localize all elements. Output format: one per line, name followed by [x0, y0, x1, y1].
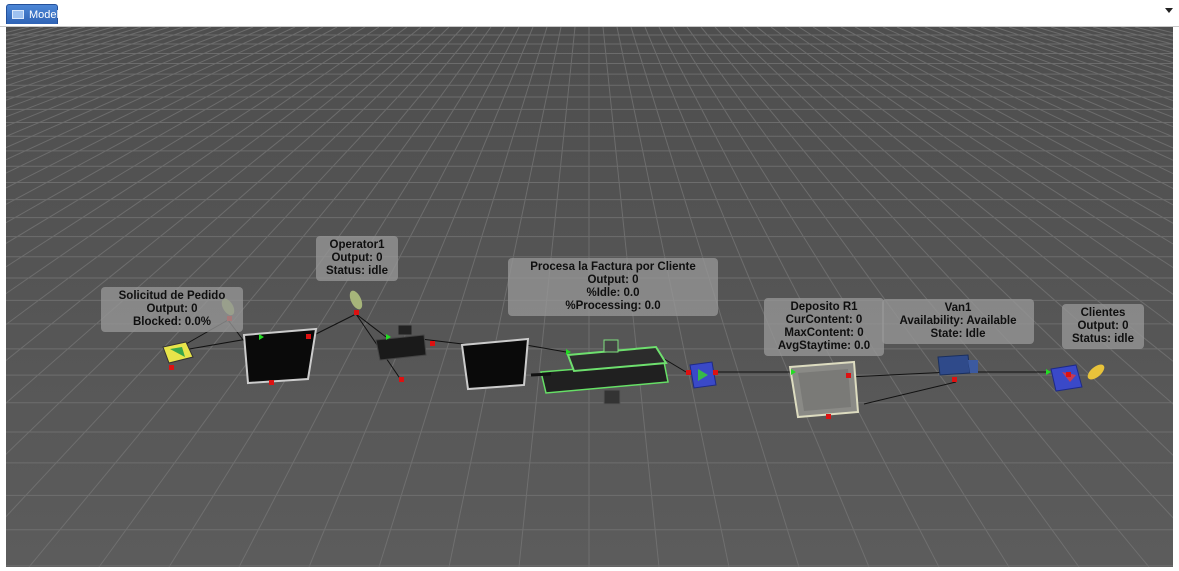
van-label: Van1 Availability: Available State: Idle — [882, 299, 1034, 344]
decision-object[interactable] — [689, 361, 717, 389]
source-name: Solicitud de Pedido — [118, 290, 226, 302]
model-3d-viewport[interactable]: Solicitud de Pedido Output: 0 Blocked: 0… — [6, 27, 1173, 567]
operator-output: Output: 0 — [331, 252, 383, 264]
deposito-curcontent: CurContent: 0 — [785, 314, 863, 326]
deposito-name: Deposito R1 — [790, 301, 858, 313]
processor-name: Procesa la Factura por Cliente — [530, 261, 696, 273]
tab-model-label: Model — [29, 9, 59, 21]
processor-idle: %Idle: 0.0 — [586, 287, 640, 299]
clientes-output: Output: 0 — [1077, 320, 1129, 332]
operator-status: Status: idle — [326, 265, 388, 277]
van-state: State: Idle — [930, 328, 986, 340]
deposito-object[interactable] — [788, 360, 860, 419]
deposito-label: Deposito R1 CurContent: 0 MaxContent: 0 … — [764, 298, 884, 356]
deposito-avgstaytime: AvgStaytime: 0.0 — [777, 340, 871, 352]
clientes-label: Clientes Output: 0 Status: idle — [1062, 304, 1144, 349]
processor-processing: %Processing: 0.0 — [565, 300, 661, 312]
operator-name: Operator1 — [329, 239, 385, 251]
deposito-maxcontent: MaxContent: 0 — [784, 327, 864, 339]
model-icon — [12, 10, 24, 19]
source-blocked: Blocked: 0.0% — [133, 316, 211, 328]
clientes-status: Status: idle — [1072, 333, 1134, 345]
source-output: Output: 0 — [146, 303, 198, 315]
van-availability: Availability: Available — [899, 315, 1017, 327]
source-label: Solicitud de Pedido Output: 0 Blocked: 0… — [101, 287, 243, 332]
tab-bar: Model — [0, 0, 1179, 27]
tab-model[interactable]: Model — [6, 4, 59, 24]
operator-label: Operator1 Output: 0 Status: idle — [316, 236, 398, 281]
processor-label: Procesa la Factura por Cliente Output: 0… — [508, 258, 718, 316]
clientes-name: Clientes — [1080, 307, 1126, 319]
chevron-down-icon[interactable] — [1165, 8, 1173, 13]
processor-output: Output: 0 — [587, 274, 639, 286]
queue1-object[interactable] — [242, 327, 318, 385]
van-name: Van1 — [944, 302, 972, 314]
queue2-object[interactable] — [460, 337, 530, 391]
